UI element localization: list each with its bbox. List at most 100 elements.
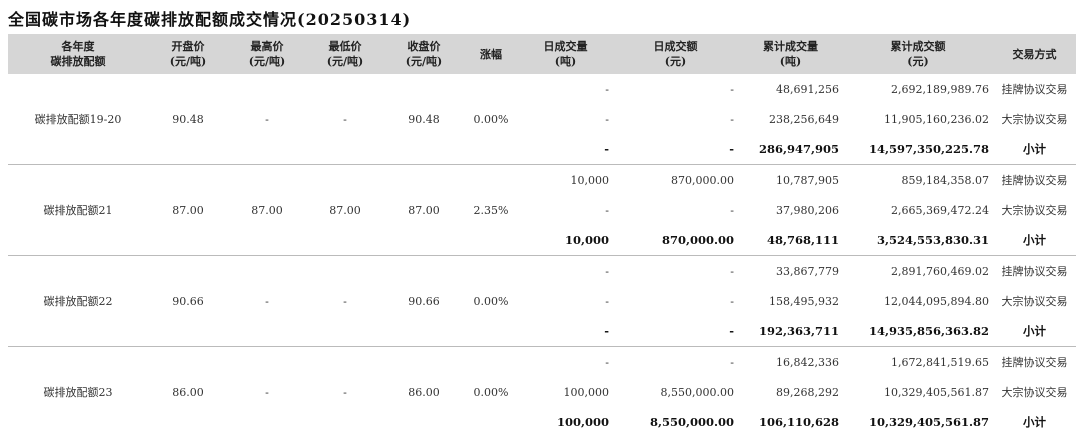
header-label: (元/吨) [169, 55, 207, 68]
daily-amount: - [730, 203, 734, 217]
daily-amount: - [730, 112, 734, 126]
header-label: 日成交额 [653, 40, 698, 53]
trading-table: 各年度 碳排放配额 开盘价 (元/吨) 最高价 (元/吨) 最低价 (元/吨) 收盘价 (… [8, 34, 1076, 437]
daily-amount: - [730, 294, 734, 308]
change-pct: 2.35% [464, 164, 518, 256]
header-label: (吨) [779, 55, 802, 68]
year-name: 碳排放配额19-20 [8, 74, 148, 165]
cumulative-amount: 2,665,369,472.24 [891, 203, 989, 217]
header-daily-amount: 日成交额 (元) [613, 34, 738, 74]
low-price: 87.00 [306, 164, 384, 256]
cumulative-volume: 37,980,206 [776, 203, 839, 217]
header-cumulative-amount: 累计成交额 (元) [843, 34, 993, 74]
daily-volume: - [605, 355, 609, 369]
header-label: 日成交量 [543, 40, 588, 53]
daily-volume: - [605, 82, 609, 96]
year-name: 碳排放配额21 [8, 164, 148, 256]
header-label: 开盘价 [171, 40, 205, 53]
header-label: 最低价 [328, 40, 362, 53]
daily-amount: - [730, 355, 734, 369]
cumulative-volume: 158,495,932 [769, 294, 839, 308]
header-label: 最高价 [250, 40, 284, 53]
header-label: 碳排放配额 [50, 55, 106, 68]
header-label: 涨幅 [480, 47, 502, 61]
cumulative-volume: 106,110,628 [758, 415, 839, 429]
cumulative-amount: 14,597,350,225.78 [843, 134, 993, 165]
cumulative-volume: 89,268,292 [776, 385, 839, 399]
cumulative-amount: 859,184,358.07 [901, 173, 989, 187]
cumulative-volume: 238,256,649 [769, 112, 839, 126]
header-label: 交易方式 [1012, 47, 1057, 61]
cumulative-amount: 14,935,856,363.82 [843, 316, 993, 347]
daily-amount: 8,550,000.00 [660, 385, 734, 399]
daily-volume: - [605, 264, 609, 278]
daily-amount: 8,550,000.00 [649, 415, 734, 429]
high-price: - [228, 255, 306, 347]
open-price: 86.00 [172, 385, 204, 399]
daily-volume: - [605, 112, 609, 126]
trade-method: 大宗协议交易 [1001, 386, 1068, 399]
daily-amount: - [613, 316, 738, 347]
header-label: (元/吨) [405, 55, 443, 68]
trade-method: 小计 [993, 225, 1076, 256]
header-label: (元/吨) [248, 55, 286, 68]
daily-amount: - [613, 134, 738, 165]
cumulative-amount: 3,524,553,830.31 [843, 225, 993, 256]
daily-amount: - [730, 264, 734, 278]
low-price: - [343, 385, 347, 399]
cumulative-amount: 2,692,189,989.76 [891, 82, 989, 96]
header-year: 各年度 碳排放配额 [8, 34, 148, 74]
table-row: 碳排放配额19-20 90.48- -90.48 0.00% - -48,691,256 2… [8, 74, 1076, 165]
change-pct: 0.00% [464, 74, 518, 165]
header-high: 最高价 (元/吨) [228, 34, 306, 74]
trade-method: 挂牌协议交易 [1001, 174, 1068, 187]
daily-amount: 870,000.00 [671, 173, 734, 187]
low-price: - [306, 74, 384, 165]
header-close: 收盘价 (元/吨) [384, 34, 464, 74]
cumulative-amount: 2,891,760,469.02 [891, 264, 989, 278]
cumulative-volume: 16,842,336 [776, 355, 839, 369]
daily-amount: - [730, 82, 734, 96]
header-label: (元) [907, 55, 929, 68]
header-row: 各年度 碳排放配额 开盘价 (元/吨) 最高价 (元/吨) 最低价 (元/吨) 收盘价 (… [8, 34, 1076, 74]
close-price: 90.48 [384, 74, 464, 165]
trade-method: 大宗协议交易 [1001, 113, 1068, 126]
trade-method: 挂牌协议交易 [1001, 83, 1068, 96]
trade-method: 小计 [993, 134, 1076, 165]
change-pct: 0.00% [464, 255, 518, 347]
header-label: 累计成交额 [890, 40, 946, 53]
year-name: 碳排放配额23 [43, 386, 113, 399]
high-price: 87.00 [228, 164, 306, 256]
close-price: 86.00 [408, 385, 440, 399]
daily-volume: 100,000 [563, 385, 610, 399]
daily-volume: 10,000 [518, 225, 613, 256]
header-method: 交易方式 [993, 34, 1076, 74]
daily-volume: - [518, 134, 613, 165]
cumulative-volume: 192,363,711 [738, 316, 843, 347]
header-daily-volume: 日成交量 (吨) [518, 34, 613, 74]
header-label: 收盘价 [407, 40, 441, 53]
cumulative-volume: 286,947,905 [738, 134, 843, 165]
cumulative-amount: 1,672,841,519.65 [891, 355, 989, 369]
trade-method: 挂牌协议交易 [1001, 356, 1068, 369]
trade-method: 小计 [993, 316, 1076, 347]
table-row: 碳排放配额22 90.66- -90.66 0.00% - -33,867,779 2,89… [8, 255, 1076, 347]
trade-method: 挂牌协议交易 [1001, 265, 1068, 278]
open-price: 87.00 [148, 164, 228, 256]
daily-volume: 100,000 [556, 415, 609, 429]
page-title: 全国碳市场各年度碳排放配额成交情况(20250314) [8, 10, 412, 29]
cumulative-volume: 10,787,905 [776, 173, 839, 187]
header-label: (元/吨) [326, 55, 364, 68]
cumulative-amount: 12,044,095,894.80 [884, 294, 989, 308]
trade-method: 大宗协议交易 [1001, 295, 1068, 308]
cumulative-volume: 48,768,111 [738, 225, 843, 256]
cumulative-amount: 11,905,160,236.02 [884, 112, 989, 126]
header-low: 最低价 (元/吨) [306, 34, 384, 74]
daily-amount: 870,000.00 [613, 225, 738, 256]
daily-volume: - [605, 294, 609, 308]
high-price: - [228, 74, 306, 165]
header-label: 累计成交量 [763, 40, 818, 53]
cumulative-amount: 10,329,405,561.87 [868, 415, 989, 429]
change-pct: 0.00% [473, 385, 509, 399]
header-label: (吨) [554, 55, 577, 68]
